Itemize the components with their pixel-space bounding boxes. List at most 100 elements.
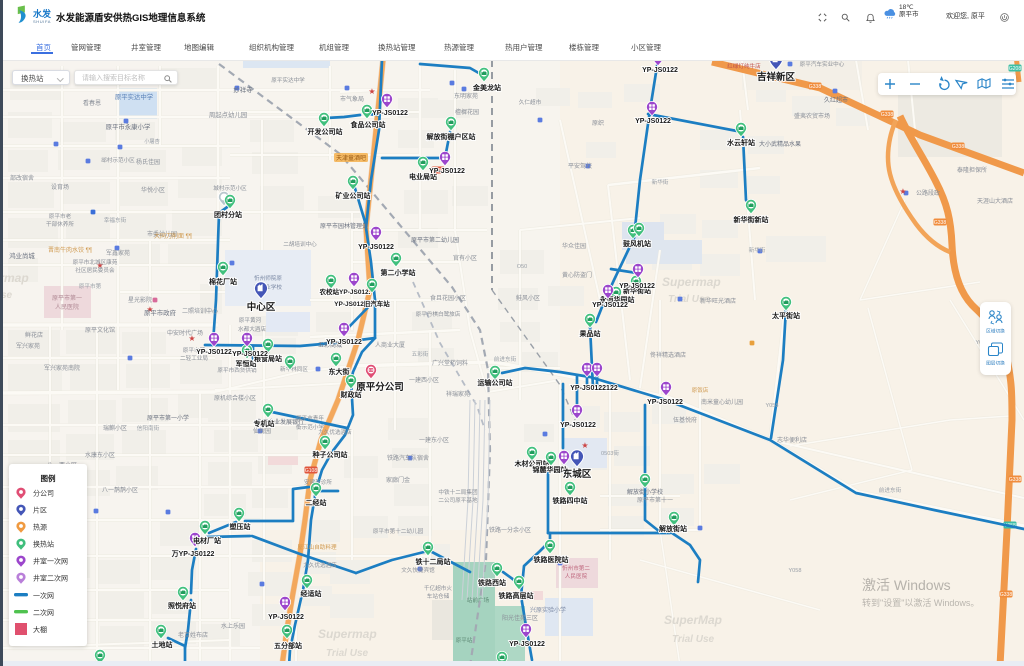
svg-text:五分部站: 五分部站 bbox=[274, 641, 302, 650]
svg-text:农校站YP-JS012.: 农校站YP-JS012. bbox=[319, 287, 371, 296]
svg-text:G338: G338 bbox=[1000, 592, 1012, 598]
svg-text:祥瑞家苑: 祥瑞家苑 bbox=[446, 390, 470, 398]
svg-text:信阳南街: 信阳南街 bbox=[137, 424, 160, 432]
svg-text:棉花厂站: 棉花厂站 bbox=[209, 277, 237, 286]
svg-text:盛夷农贸市场: 盛夷农贸市场 bbox=[794, 112, 830, 120]
svg-text:太平街站: 太平街站 bbox=[772, 311, 800, 320]
svg-text:矿业公司站: 矿业公司站 bbox=[336, 191, 371, 200]
svg-text:YP-JS0122: YP-JS0122 bbox=[619, 283, 655, 290]
svg-text:东城区: 东城区 bbox=[563, 468, 592, 480]
svg-text:干部休养所: 干部休养所 bbox=[46, 220, 74, 228]
svg-text:原平市政府: 原平市政府 bbox=[144, 308, 177, 317]
svg-text:前进东街: 前进东街 bbox=[494, 355, 517, 363]
svg-text:G338: G338 bbox=[1009, 477, 1021, 483]
svg-text:★: ★ bbox=[368, 87, 375, 96]
svg-text:水都大酒店: 水都大酒店 bbox=[238, 325, 266, 333]
svg-text:YP-JS0122: YP-JS0122 bbox=[326, 339, 362, 346]
svg-text:转到"设置"以激活 Windows。: 转到"设置"以激活 Windows。 bbox=[862, 597, 979, 608]
svg-text:经适站: 经适站 bbox=[301, 589, 322, 598]
svg-text:果品站: 果品站 bbox=[580, 329, 601, 338]
svg-text:晋南牛肉水饺 ¶¶: 晋南牛肉水饺 ¶¶ bbox=[48, 246, 92, 254]
svg-text:人民医院: 人民医院 bbox=[55, 303, 79, 311]
svg-text:食且花园小区: 食且花园小区 bbox=[430, 294, 466, 302]
svg-text:团村分站: 团村分站 bbox=[214, 210, 242, 219]
svg-text:军兴家苑: 军兴家苑 bbox=[16, 342, 40, 350]
svg-text:原平市第一小学: 原平市第一小学 bbox=[147, 414, 189, 422]
svg-text:军鑫家苑: 军鑫家苑 bbox=[106, 249, 130, 257]
svg-text:原平市第: 原平市第 bbox=[79, 282, 102, 290]
svg-text:YP-JS0122: YP-JS0122 bbox=[196, 349, 232, 356]
svg-text:Trial Use: Trial Use bbox=[672, 634, 714, 645]
svg-text:原平市第十二幼儿园: 原平市第十二幼儿园 bbox=[373, 527, 424, 535]
svg-text:Supermap: Supermap bbox=[0, 271, 29, 285]
svg-text:中安时代广场: 中安时代广场 bbox=[167, 329, 203, 337]
svg-text:铁路医院站: 铁路医院站 bbox=[534, 555, 569, 564]
svg-text:G338: G338 bbox=[934, 220, 946, 226]
svg-text:种子公司站: 种子公司站 bbox=[312, 450, 348, 459]
svg-text:YP-JS0122: YP-JS0122 bbox=[560, 422, 596, 429]
svg-text:Y058: Y058 bbox=[765, 403, 778, 409]
svg-text:热源: 热源 bbox=[33, 523, 47, 532]
svg-text:老百姓布店: 老百姓布店 bbox=[178, 631, 208, 639]
svg-text:专机站: 专机站 bbox=[254, 419, 275, 428]
svg-text:铁十二局站: 铁十二局站 bbox=[416, 557, 451, 566]
svg-text:水云轩站: 水云轩站 bbox=[727, 138, 755, 147]
svg-text:井室二次网: 井室二次网 bbox=[33, 574, 68, 583]
svg-text:东大街: 东大街 bbox=[329, 367, 350, 376]
svg-text:伍基悦府: 伍基悦府 bbox=[673, 416, 697, 424]
svg-text:原机综合楼小区: 原机综合楼小区 bbox=[214, 394, 256, 402]
svg-text:原平汽车实业中心: 原平汽车实业中心 bbox=[800, 60, 845, 68]
svg-text:照悦府站: 照悦府站 bbox=[168, 601, 196, 610]
svg-text:阳光佳苑三区: 阳光佳苑三区 bbox=[502, 614, 538, 622]
svg-text:九久优选酒店: 九久优选酒店 bbox=[318, 428, 352, 436]
svg-text:★: ★ bbox=[581, 441, 588, 450]
svg-text:第二小学站: 第二小学站 bbox=[381, 268, 416, 277]
svg-text:运输公司站: 运输公司站 bbox=[478, 378, 513, 387]
svg-text:YP-JS0122: YP-JS0122 bbox=[509, 641, 545, 648]
svg-text:志华便利店: 志华便利店 bbox=[777, 436, 807, 444]
svg-text:0503街: 0503街 bbox=[601, 449, 619, 457]
svg-text:分公司: 分公司 bbox=[33, 489, 54, 498]
svg-text:原饭店: 原饭店 bbox=[692, 386, 709, 394]
svg-text:千亿超市火: 千亿超市火 bbox=[424, 584, 452, 592]
svg-text:新华街新站: 新华街新站 bbox=[734, 215, 769, 224]
svg-text:社区居民委员会: 社区居民委员会 bbox=[75, 266, 115, 274]
svg-text:鼓风机站: 鼓风机站 bbox=[623, 239, 651, 248]
svg-text:黄心防盗门: 黄心防盗门 bbox=[562, 271, 592, 279]
svg-text:二胡培训中心: 二胡培训中心 bbox=[283, 240, 317, 248]
svg-text:人民医院: 人民医院 bbox=[565, 572, 588, 580]
svg-text:看春恩: 看春恩 bbox=[83, 99, 101, 107]
svg-text:新华街: 新华街 bbox=[749, 246, 766, 254]
svg-text:塑压站: 塑压站 bbox=[230, 522, 251, 531]
svg-text:YP-JS0122: YP-JS0122 bbox=[429, 168, 465, 175]
svg-text:Y058: Y058 bbox=[788, 568, 801, 574]
svg-text:G338: G338 bbox=[809, 84, 821, 90]
svg-text:九久优选酒店: 九久优选酒店 bbox=[303, 561, 337, 569]
svg-text:二公司原平基地: 二公司原平基地 bbox=[438, 496, 478, 504]
svg-text:原平丹棋白鹭旅店: 原平丹棋白鹭旅店 bbox=[416, 310, 461, 318]
svg-text:新华林同区: 新华林同区 bbox=[280, 365, 308, 373]
svg-text:井室一次网: 井室一次网 bbox=[33, 557, 68, 566]
svg-text:G208: G208 bbox=[1009, 66, 1021, 72]
svg-text:G338: G338 bbox=[952, 144, 964, 150]
svg-text:G108: G108 bbox=[305, 468, 317, 474]
svg-text:二次网: 二次网 bbox=[33, 608, 54, 617]
svg-text:YP-JS0122: YP-JS0122 bbox=[358, 244, 394, 251]
svg-text:原平黄河: 原平黄河 bbox=[239, 316, 262, 324]
svg-text:SuperMap: SuperMap bbox=[664, 613, 722, 627]
svg-text:佟祥精选酒店: 佟祥精选酒店 bbox=[650, 351, 686, 359]
svg-text:激活 Windows: 激活 Windows bbox=[862, 577, 951, 593]
svg-text:市气象局: 市气象局 bbox=[340, 95, 364, 103]
svg-text:电材厂站: 电材厂站 bbox=[193, 536, 221, 545]
svg-text:解放街棚户区站: 解放街棚户区站 bbox=[427, 132, 476, 141]
svg-text:解放街小学校: 解放街小学校 bbox=[627, 488, 663, 496]
svg-text:YP-JS0122: YP-JS0122 bbox=[592, 302, 628, 309]
svg-text:土地站: 土地站 bbox=[152, 640, 173, 649]
svg-text:红绿灯纯牛店: 红绿灯纯牛店 bbox=[727, 62, 761, 70]
svg-text:公路段政: 公路段政 bbox=[916, 189, 940, 197]
svg-text:YP-JS0122122: YP-JS0122122 bbox=[570, 385, 618, 392]
svg-text:屋江山自助料理: 屋江山自助料理 bbox=[297, 543, 337, 551]
svg-text:一建西小区: 一建西小区 bbox=[409, 376, 439, 384]
svg-text:新华旺光酒店: 新华旺光酒店 bbox=[700, 297, 736, 305]
svg-text:YP-JS0122: YP-JS0122 bbox=[635, 118, 671, 125]
